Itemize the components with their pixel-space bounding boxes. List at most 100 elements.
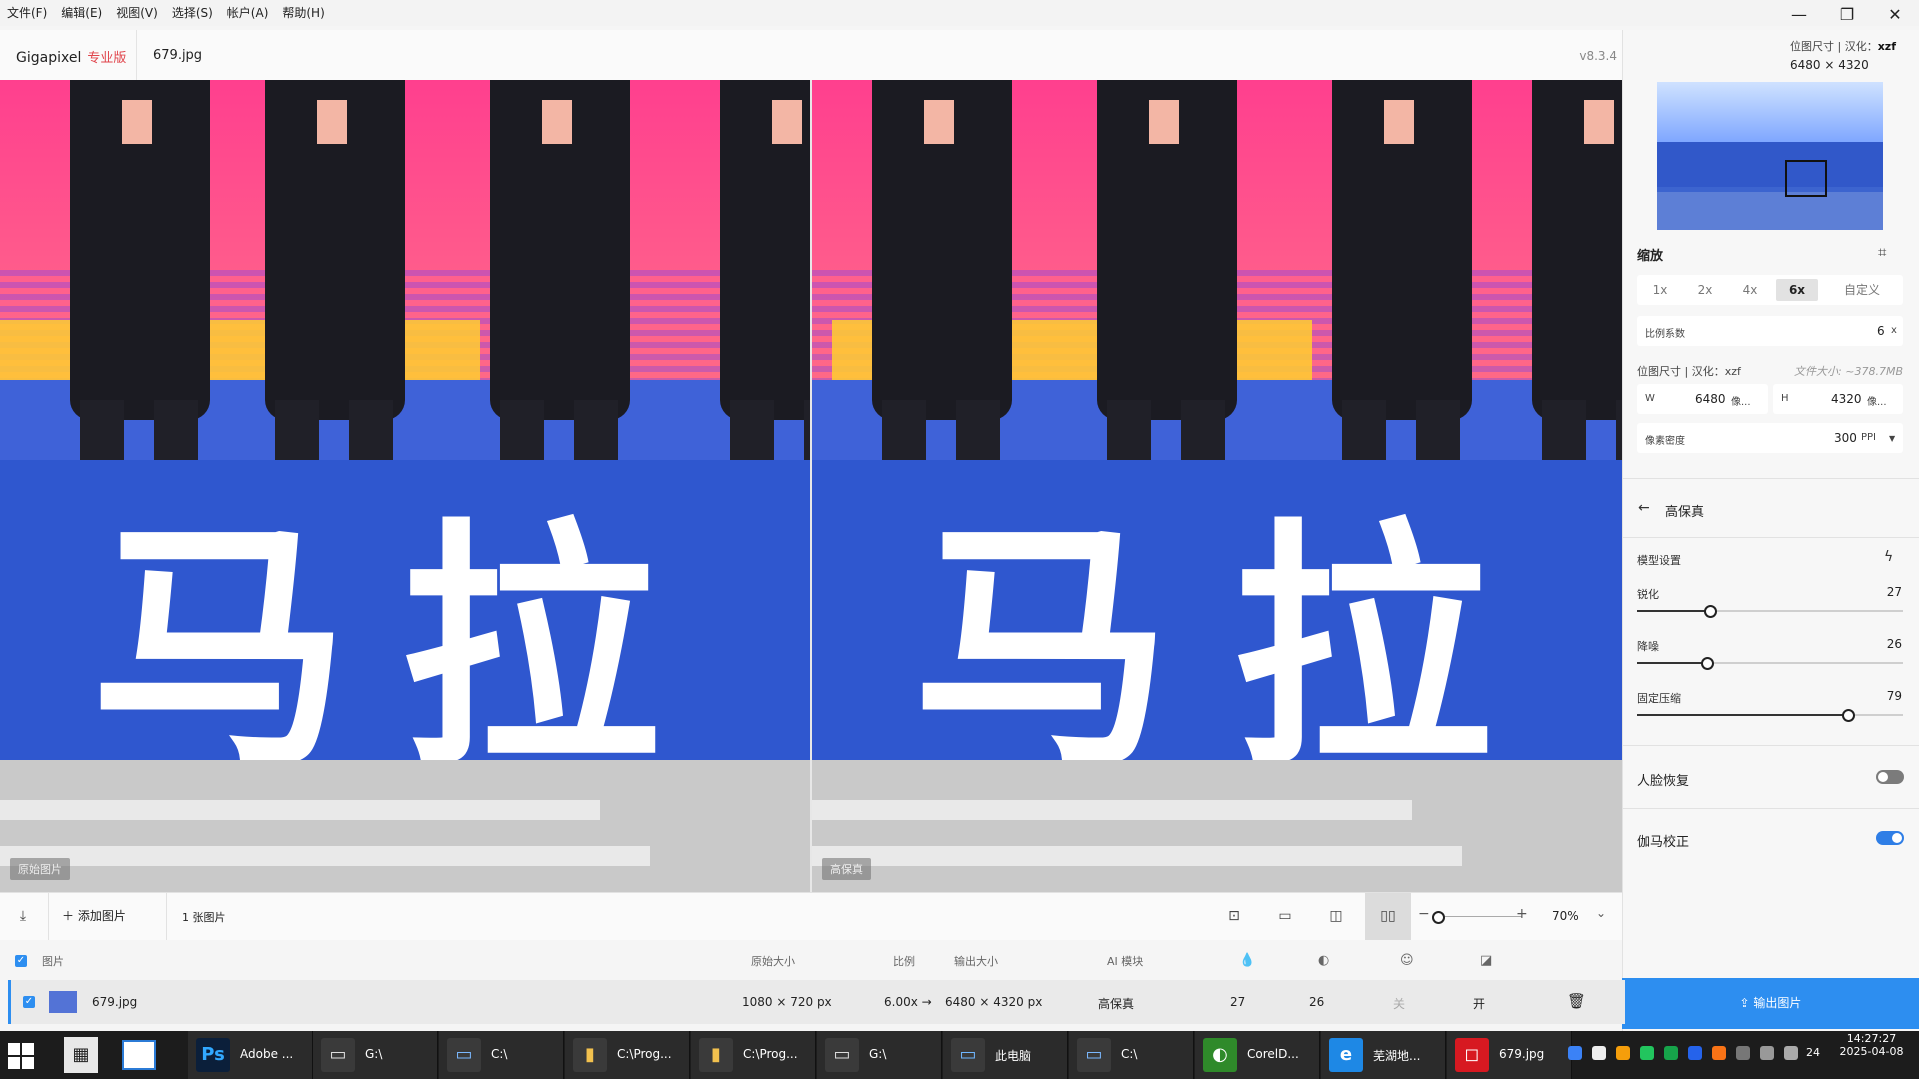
- shield-icon[interactable]: [1568, 1046, 1582, 1060]
- badge: [1584, 100, 1614, 144]
- taskbar-item[interactable]: ▭ C:\: [439, 1031, 564, 1079]
- wechat-work-icon[interactable]: [1664, 1046, 1678, 1060]
- taskbar-item[interactable]: ◐ CorelD...: [1195, 1031, 1320, 1079]
- bluetooth-icon[interactable]: [1688, 1046, 1702, 1060]
- calculator-icon[interactable]: ▦: [64, 1037, 98, 1073]
- toolbar-divider: [48, 893, 49, 940]
- menu-edit[interactable]: 编辑(E): [54, 0, 109, 26]
- close-button[interactable]: ✕: [1872, 0, 1918, 30]
- row-gamma: 开: [1473, 997, 1486, 1011]
- scale-option-1x[interactable]: 1x: [1641, 279, 1679, 301]
- single-view-icon[interactable]: ▭: [1274, 905, 1296, 927]
- menu-file[interactable]: 文件(F): [0, 0, 54, 26]
- height-unit[interactable]: 像...: [1867, 393, 1887, 408]
- input-method-icon[interactable]: [1736, 1046, 1750, 1060]
- crop-icon[interactable]: ⌗: [1878, 243, 1886, 261]
- side-by-side-view-icon[interactable]: ▯▯: [1365, 893, 1411, 940]
- taskbar-item[interactable]: ▭ G:\: [313, 1031, 438, 1079]
- height-field[interactable]: H 4320 像...: [1773, 384, 1903, 414]
- pixel-density-field[interactable]: 像素密度 300 PPI ▼: [1637, 423, 1903, 453]
- height-label: H: [1781, 393, 1789, 404]
- trash-icon[interactable]: 🗑: [1567, 992, 1586, 1010]
- enhanced-preview-pane[interactable]: 马 拉 高保真: [812, 80, 1622, 892]
- original-preview-pane[interactable]: 马 拉 原始图片: [0, 80, 810, 892]
- scale-option-custom[interactable]: 自定义: [1827, 279, 1897, 301]
- taskbar-item-label: 679.jpg: [1499, 1047, 1545, 1061]
- plus-icon: ＋: [62, 909, 78, 923]
- brand-edition: 专业版: [87, 51, 127, 66]
- taskbar-item[interactable]: ▭ C:\: [1069, 1031, 1194, 1079]
- minimize-button[interactable]: —: [1776, 0, 1822, 30]
- scale-factor-field[interactable]: 比例系数 6 x: [1637, 316, 1903, 346]
- table-row[interactable]: ✓ 679.jpg 1080 × 720 px 6.00x → 6480 × 4…: [8, 980, 1625, 1024]
- width-unit[interactable]: 像...: [1731, 393, 1751, 408]
- zoom-in-icon[interactable]: +: [1516, 906, 1528, 922]
- window-app-icon[interactable]: [122, 1040, 156, 1070]
- width-field[interactable]: W 6480 像...: [1637, 384, 1768, 414]
- image-count: 1 张图片: [182, 911, 226, 924]
- compression-slider[interactable]: [1637, 709, 1903, 722]
- qq-icon[interactable]: [1592, 1046, 1606, 1060]
- scale-option-4x[interactable]: 4x: [1731, 279, 1769, 301]
- export-button[interactable]: ⇪ 输出图片: [1622, 978, 1919, 1029]
- back-arrow-icon[interactable]: ←: [1638, 500, 1650, 516]
- divider: [1622, 478, 1919, 479]
- taskbar-item[interactable]: ▮ C:\Prog...: [691, 1031, 816, 1079]
- compression-value: 79: [1886, 689, 1902, 703]
- select-all-checkbox[interactable]: ✓: [15, 955, 27, 967]
- row-checkbox[interactable]: ✓: [23, 996, 35, 1008]
- taskbar-item[interactable]: e 芜湖地...: [1321, 1031, 1446, 1079]
- sharpen-slider[interactable]: [1637, 605, 1903, 618]
- zoom-slider-knob[interactable]: [1432, 911, 1446, 924]
- system-clock[interactable]: 14:27:27 2025-04-08: [1824, 1032, 1919, 1058]
- taskbar-app-icon: ◐: [1203, 1038, 1237, 1072]
- height-value[interactable]: 4320: [1831, 392, 1862, 406]
- menu-select[interactable]: 选择(S): [165, 0, 220, 26]
- scale-option-2x[interactable]: 2x: [1686, 279, 1724, 301]
- navigator-thumbnail[interactable]: [1657, 82, 1883, 230]
- image-preview[interactable]: 马 拉 原始图片 马 拉 高保真: [0, 80, 1622, 892]
- gamma-correction-toggle[interactable]: [1876, 831, 1904, 845]
- scale-option-6x[interactable]: 6x: [1776, 279, 1818, 301]
- restore-button[interactable]: ❐: [1824, 0, 1870, 30]
- face-recovery-toggle[interactable]: [1876, 770, 1904, 784]
- denoise-slider[interactable]: [1637, 657, 1903, 670]
- lightning-icon[interactable]: ϟ: [1884, 549, 1893, 565]
- chevron-down-icon[interactable]: ⌄: [1596, 906, 1606, 920]
- volume-icon[interactable]: [1784, 1046, 1798, 1060]
- taskbar-item[interactable]: ▭ G:\: [817, 1031, 942, 1079]
- import-icon[interactable]: ⤓: [12, 905, 34, 927]
- wechat-icon[interactable]: [1640, 1046, 1654, 1060]
- pixel-density-unit[interactable]: PPI: [1861, 432, 1876, 443]
- app-tray-icon[interactable]: [1616, 1046, 1630, 1060]
- menu-account[interactable]: 帐户(A): [220, 0, 276, 26]
- pixel-density-label: 像素密度: [1645, 436, 1685, 447]
- split-view-icon[interactable]: ◫: [1325, 905, 1347, 927]
- viewport-frame[interactable]: [1785, 160, 1827, 197]
- menu-view[interactable]: 视图(V): [109, 0, 165, 26]
- fit-screen-icon[interactable]: ⊡: [1223, 905, 1245, 927]
- title-divider: [136, 30, 137, 80]
- pixel-density-value[interactable]: 300: [1834, 431, 1857, 445]
- slider-knob[interactable]: [1703, 605, 1717, 618]
- file-size: 文件大小: ~378.7MB: [1794, 365, 1903, 378]
- menu-help[interactable]: 帮助(H): [275, 0, 331, 26]
- taskbar-item[interactable]: ▭ 此电脑: [943, 1031, 1068, 1079]
- taskbar-item[interactable]: Ps Adobe ...: [188, 1031, 313, 1079]
- person: [1532, 80, 1622, 470]
- taskbar-item[interactable]: ◻ 679.jpg: [1447, 1031, 1572, 1079]
- add-image-button[interactable]: ＋ 添加图片: [62, 907, 126, 924]
- taskbar-app-icon: ▮: [573, 1038, 607, 1072]
- zoom-out-icon[interactable]: −: [1418, 906, 1430, 922]
- start-icon[interactable]: [8, 1043, 34, 1069]
- zoom-slider[interactable]: [1432, 916, 1522, 917]
- network-icon[interactable]: [1760, 1046, 1774, 1060]
- taskbar-item[interactable]: ▮ C:\Prog...: [565, 1031, 690, 1079]
- scale-factor-value[interactable]: 6: [1877, 324, 1885, 338]
- gamma-correction-label: 伽马校正: [1637, 835, 1690, 850]
- chevron-down-icon[interactable]: ▼: [1889, 434, 1895, 443]
- search-icon[interactable]: [1712, 1046, 1726, 1060]
- denoise-value: 26: [1886, 637, 1902, 651]
- gamma-icon: ◪: [1480, 953, 1493, 968]
- width-value[interactable]: 6480: [1695, 392, 1726, 406]
